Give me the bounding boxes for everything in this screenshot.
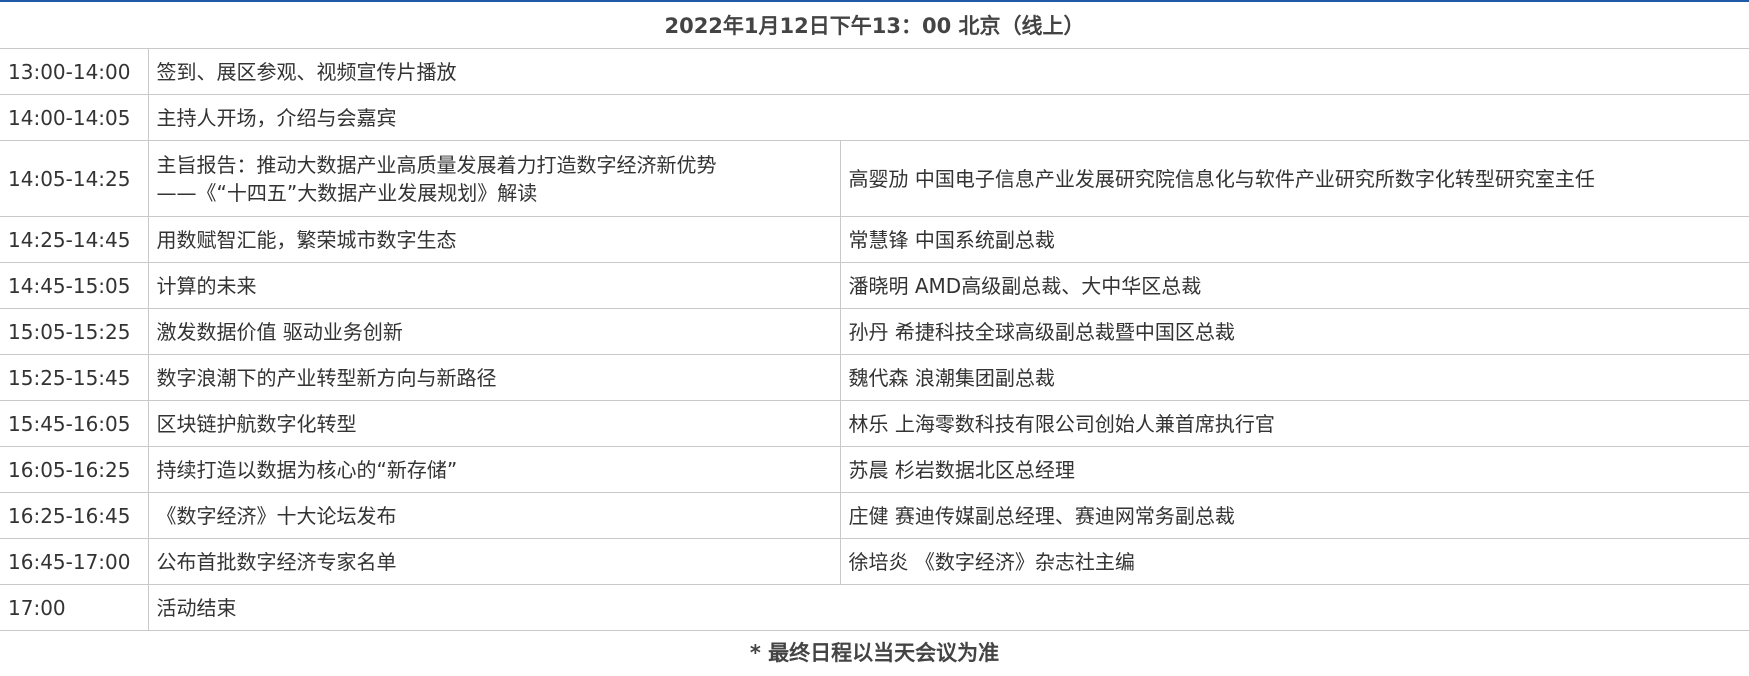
- time-cell: 15:45-16:05: [0, 400, 149, 447]
- agenda-header-row: 2022年1月12日下午13：00 北京（线上）: [0, 3, 1749, 49]
- time-cell: 14:00-14:05: [0, 94, 149, 141]
- topic-cell: 公布首批数字经济专家名单: [147, 538, 841, 585]
- speaker-cell: 常慧锋 中国系统副总裁: [839, 216, 1749, 263]
- table-row: 16:45-17:00 公布首批数字经济专家名单 徐培炎 《数字经济》杂志社主编: [0, 538, 1749, 585]
- speaker-cell: 潘晓明 AMD高级副总裁、大中华区总裁: [839, 262, 1749, 309]
- table-row: 14:45-15:05 计算的未来 潘晓明 AMD高级副总裁、大中华区总裁: [0, 262, 1749, 309]
- topic-cell: 计算的未来: [147, 262, 841, 309]
- speaker-cell: 林乐 上海零数科技有限公司创始人兼首席执行官: [839, 400, 1749, 447]
- time-cell: 16:05-16:25: [0, 446, 149, 493]
- speaker-cell: 苏晨 杉岩数据北区总经理: [839, 446, 1749, 493]
- time-cell: 16:45-17:00: [0, 538, 149, 585]
- table-row: 13:00-14:00 签到、展区参观、视频宣传片播放: [0, 48, 1749, 95]
- time-cell: 14:25-14:45: [0, 216, 149, 263]
- topic-cell: 用数赋智汇能，繁荣城市数字生态: [147, 216, 841, 263]
- topic-cell: 《数字经济》十大论坛发布: [147, 492, 841, 539]
- topic-cell: 签到、展区参观、视频宣传片播放: [147, 48, 1749, 95]
- topic-cell: 主旨报告：推动大数据产业高质量发展着力打造数字经济新优势 ——《“十四五”大数据…: [147, 140, 841, 217]
- time-cell: 17:00: [0, 584, 149, 631]
- topic-cell: 活动结束: [147, 584, 1749, 631]
- table-row: 16:25-16:45 《数字经济》十大论坛发布 庄健 赛迪传媒副总经理、赛迪网…: [0, 492, 1749, 539]
- topic-line: 主旨报告：推动大数据产业高质量发展着力打造数字经济新优势: [156, 152, 717, 177]
- table-row: 14:05-14:25 主旨报告：推动大数据产业高质量发展着力打造数字经济新优势…: [0, 140, 1749, 217]
- topic-line: ——《“十四五”大数据产业发展规划》解读: [156, 180, 538, 205]
- speaker-cell: 魏代森 浪潮集团副总裁: [839, 354, 1749, 401]
- topic-cell: 主持人开场，介绍与会嘉宾: [147, 94, 1749, 141]
- time-cell: 13:00-14:00: [0, 48, 149, 95]
- schedule-footnote: * 最终日程以当天会议为准: [749, 641, 1000, 665]
- speaker-cell: 徐培炎 《数字经济》杂志社主编: [839, 538, 1749, 585]
- time-cell: 15:25-15:45: [0, 354, 149, 401]
- table-row: 17:00 活动结束: [0, 584, 1749, 631]
- table-row: 16:05-16:25 持续打造以数据为核心的“新存储” 苏晨 杉岩数据北区总经…: [0, 446, 1749, 493]
- table-row: 15:45-16:05 区块链护航数字化转型 林乐 上海零数科技有限公司创始人兼…: [0, 400, 1749, 447]
- table-row: 15:05-15:25 激发数据价值 驱动业务创新 孙丹 希捷科技全球高级副总裁…: [0, 308, 1749, 355]
- topic-cell: 数字浪潮下的产业转型新方向与新路径: [147, 354, 841, 401]
- agenda-table: 2022年1月12日下午13：00 北京（线上） 13:00-14:00 签到、…: [0, 3, 1749, 631]
- agenda-date-heading: 2022年1月12日下午13：00 北京（线上）: [0, 3, 1749, 49]
- time-cell: 14:05-14:25: [0, 140, 149, 217]
- topic-cell: 激发数据价值 驱动业务创新: [147, 308, 841, 355]
- top-accent-bar: [0, 0, 1749, 2]
- table-row: 14:00-14:05 主持人开场，介绍与会嘉宾: [0, 94, 1749, 141]
- topic-cell: 持续打造以数据为核心的“新存储”: [147, 446, 841, 493]
- speaker-cell: 高婴劢 中国电子信息产业发展研究院信息化与软件产业研究所数字化转型研究室主任: [839, 140, 1749, 217]
- speaker-cell: 孙丹 希捷科技全球高级副总裁暨中国区总裁: [839, 308, 1749, 355]
- time-cell: 16:25-16:45: [0, 492, 149, 539]
- table-row: 14:25-14:45 用数赋智汇能，繁荣城市数字生态 常慧锋 中国系统副总裁: [0, 216, 1749, 263]
- time-cell: 14:45-15:05: [0, 262, 149, 309]
- time-cell: 15:05-15:25: [0, 308, 149, 355]
- speaker-cell: 庄健 赛迪传媒副总经理、赛迪网常务副总裁: [839, 492, 1749, 539]
- topic-cell: 区块链护航数字化转型: [147, 400, 841, 447]
- table-row: 15:25-15:45 数字浪潮下的产业转型新方向与新路径 魏代森 浪潮集团副总…: [0, 354, 1749, 401]
